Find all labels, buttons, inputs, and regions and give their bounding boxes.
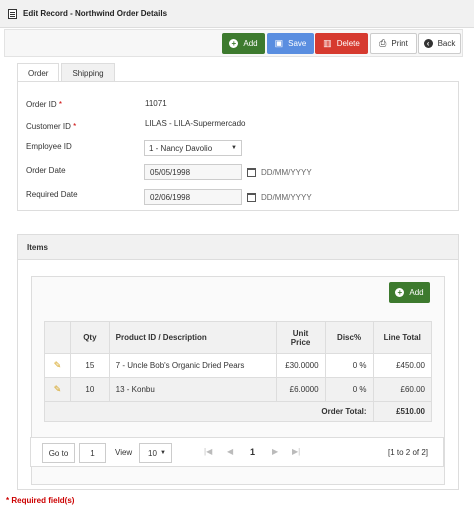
table-row: ✎ 15 7 - Uncle Bob's Organic Dried Pears… <box>43 353 433 378</box>
table-header-row: Qty Product ID / Description Unit Price … <box>43 321 433 354</box>
save-button[interactable]: ▣ Save <box>267 33 314 54</box>
add-item-label: Add <box>409 288 424 297</box>
table-row: ✎ 10 13 - Konbu £6.0000 0 % £60.00 <box>43 377 433 402</box>
order-form: Order ID * 11071 Customer ID * LILAS - L… <box>17 81 459 211</box>
add-item-button[interactable]: + Add <box>389 282 430 303</box>
order-date-format: DD/MM/YYYY <box>261 168 312 177</box>
plus-icon: + <box>229 39 239 48</box>
print-button[interactable]: ⎙ Print <box>370 33 417 54</box>
customer-id-label: Customer ID * <box>26 122 77 131</box>
product-cell: 7 - Uncle Bob's Organic Dried Pears <box>108 353 277 378</box>
view-label: View <box>115 448 133 457</box>
calendar-icon[interactable] <box>247 168 256 177</box>
edit-pencil-icon[interactable]: ✎ <box>43 377 72 402</box>
column-header-disc[interactable]: Disc% <box>324 321 374 354</box>
save-button-label: Save <box>288 39 307 48</box>
window-titlebar: Edit Record - Northwind Order Details <box>0 0 474 28</box>
employee-id-value: 1 - Nancy Davolio <box>149 143 213 153</box>
customer-id-value: LILAS - LILA-Supermercado <box>145 119 246 128</box>
back-button-label: Back <box>437 39 456 48</box>
page-size-select[interactable]: 10 ▼ <box>139 443 172 463</box>
required-fields-note: * Required field(s) <box>6 496 75 505</box>
employee-id-label: Employee ID <box>26 142 72 151</box>
arrow-left-icon: ‹ <box>423 39 433 48</box>
caret-down-icon: ▼ <box>160 450 166 456</box>
column-header-edit <box>43 321 72 354</box>
column-header-qty[interactable]: Qty <box>70 321 110 354</box>
previous-page-icon[interactable]: ◀ <box>227 447 233 456</box>
goto-page-input[interactable]: 1 <box>79 443 106 463</box>
disc-cell: 0 % <box>324 377 374 402</box>
employee-id-select[interactable]: 1 - Nancy Davolio ▼ <box>144 140 242 156</box>
edit-pencil-icon[interactable]: ✎ <box>43 353 72 378</box>
tab-bar: Order Shipping <box>17 63 117 82</box>
document-icon <box>8 8 17 19</box>
pager: Go to 1 View 10 ▼ |◀ ◀ 1 ▶ ▶| [1 to 2 of… <box>30 437 444 467</box>
trash-icon: ▥ <box>323 38 332 48</box>
printer-icon: ⎙ <box>379 38 387 48</box>
caret-down-icon: ▼ <box>231 145 237 151</box>
delete-button-label: Delete <box>336 39 360 48</box>
required-date-format: DD/MM/YYYY <box>261 193 312 202</box>
order-id-value: 11071 <box>145 99 167 108</box>
page-size-value: 10 <box>148 448 157 458</box>
window-title: Edit Record - Northwind Order Details <box>23 9 168 18</box>
first-page-icon[interactable]: |◀ <box>204 447 212 456</box>
column-header-product[interactable]: Product ID / Description <box>108 321 277 354</box>
items-table: Qty Product ID / Description Unit Price … <box>43 321 433 422</box>
product-cell: 13 - Konbu <box>108 377 277 402</box>
required-date-input[interactable]: 02/06/1998 <box>144 189 242 205</box>
next-page-icon[interactable]: ▶ <box>272 447 278 456</box>
order-date-input[interactable]: 05/05/1998 <box>144 164 242 180</box>
qty-cell: 10 <box>70 377 110 402</box>
order-total-value: £510.00 <box>372 401 433 422</box>
unit-price-cell: £6.0000 <box>275 377 326 402</box>
order-total-label: Order Total: <box>44 401 374 422</box>
items-title: Items <box>18 235 458 260</box>
line-total-cell: £450.00 <box>372 353 433 378</box>
tab-shipping[interactable]: Shipping <box>61 63 115 82</box>
line-total-cell: £60.00 <box>372 377 433 402</box>
calendar-icon[interactable] <box>247 193 256 202</box>
order-date-label: Order Date <box>26 166 66 175</box>
current-page[interactable]: 1 <box>250 447 255 457</box>
last-page-icon[interactable]: ▶| <box>292 447 300 456</box>
plus-icon: + <box>395 288 405 297</box>
column-header-line-total[interactable]: Line Total <box>372 321 433 354</box>
delete-button[interactable]: ▥ Delete <box>315 33 368 54</box>
toolbar: + Add ▣ Save ▥ Delete ⎙ Print ‹ Back <box>4 29 463 57</box>
disc-cell: 0 % <box>324 353 374 378</box>
page-summary: [1 to 2 of 2] <box>388 448 429 457</box>
floppy-disk-icon: ▣ <box>274 38 284 48</box>
back-button[interactable]: ‹ Back <box>418 33 461 54</box>
qty-cell: 15 <box>70 353 110 378</box>
order-total-row: Order Total: £510.00 <box>44 401 433 422</box>
column-header-unit-price[interactable]: Unit Price <box>275 321 326 354</box>
add-button[interactable]: + Add <box>222 33 265 54</box>
order-id-label: Order ID * <box>26 100 63 109</box>
required-date-label: Required Date <box>26 190 78 199</box>
print-button-label: Print <box>391 39 408 48</box>
add-button-label: Add <box>243 39 258 48</box>
goto-button[interactable]: Go to <box>42 443 75 463</box>
tab-order[interactable]: Order <box>17 63 60 82</box>
unit-price-cell: £30.0000 <box>275 353 326 378</box>
